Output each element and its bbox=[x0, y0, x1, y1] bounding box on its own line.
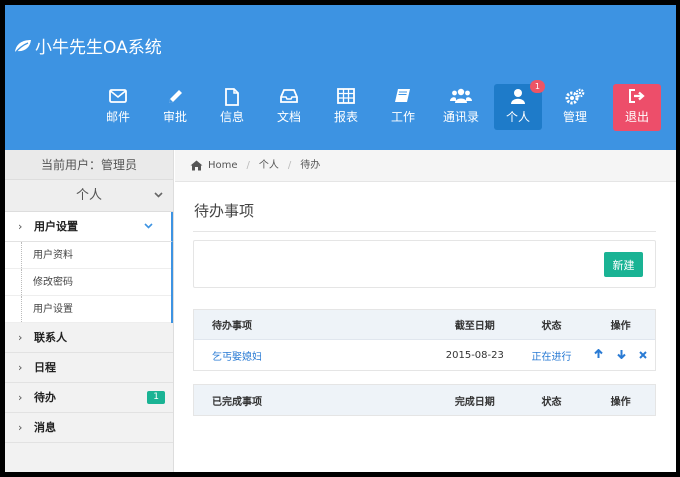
sidebar-item-messages[interactable]: › 消息 bbox=[5, 413, 173, 443]
table-icon bbox=[322, 88, 370, 110]
nav-item-manage[interactable]: 管理 bbox=[551, 84, 599, 130]
app-title: 小牛先生OA系统 bbox=[35, 38, 162, 58]
column-header: 状态 bbox=[541, 321, 562, 332]
pencil-icon bbox=[151, 88, 199, 110]
breadcrumb-separator: / bbox=[287, 159, 292, 171]
sidebar-item-label: 待办 bbox=[34, 391, 56, 404]
main-nav: 邮件 审批 信息 文档 报表 工作 通讯录 1 个人 管理 退出 bbox=[5, 80, 676, 134]
toolbar-panel: 新建 bbox=[193, 240, 656, 288]
breadcrumb-item[interactable]: 个人 bbox=[259, 150, 279, 182]
table-row: 乞丐娶媳妇 2015-08-23 正在进行 bbox=[194, 340, 655, 370]
divider bbox=[193, 231, 656, 232]
sidebar-item-user-settings[interactable]: › 用户设置 bbox=[5, 212, 173, 242]
pending-table: 待办事项 截至日期 状态 操作 乞丐娶媳妇 2015-08-23 正在进行 bbox=[193, 309, 656, 371]
envelope-icon bbox=[94, 88, 142, 110]
sidebar-section-title: 个人 bbox=[75, 188, 102, 203]
nav-label: 信息 bbox=[219, 110, 244, 124]
table-header: 已完成事项 完成日期 状态 操作 bbox=[194, 385, 655, 415]
app-window: 小牛先生OA系统 邮件 审批 信息 文档 报表 工作 通讯录 1 个人 管理 退… bbox=[5, 5, 676, 472]
nav-label: 管理 bbox=[562, 110, 587, 124]
table-header: 待办事项 截至日期 状态 操作 bbox=[194, 310, 655, 340]
book-icon bbox=[379, 88, 427, 110]
breadcrumb-current: 待办 bbox=[300, 159, 321, 171]
sidebar-item-label: 用户设置 bbox=[34, 220, 78, 233]
sidebar-section-toggle[interactable]: 个人 bbox=[5, 180, 173, 212]
sidebar-subitem-user-settings[interactable]: 用户设置 bbox=[5, 296, 171, 323]
sidebar-item-label: 联系人 bbox=[34, 331, 67, 344]
sign-out-icon bbox=[613, 88, 661, 110]
sidebar-submenu: 用户资料 修改密码 用户设置 bbox=[5, 242, 173, 323]
breadcrumb-separator: / bbox=[246, 159, 250, 171]
nav-item-mail[interactable]: 邮件 bbox=[94, 84, 142, 130]
column-header: 操作 bbox=[610, 396, 631, 408]
sidebar: 当前用户：管理员 个人 › 用户设置 用户资料 修改密码 用户设置 › 联系人 … bbox=[5, 150, 174, 472]
new-button[interactable]: 新建 bbox=[604, 252, 643, 277]
leaf-icon bbox=[14, 39, 31, 53]
todo-count-badge: 1 bbox=[147, 391, 165, 404]
breadcrumb-home[interactable]: Home bbox=[208, 150, 238, 182]
chevron-right-icon: › bbox=[18, 391, 23, 404]
chevron-right-icon: › bbox=[18, 361, 23, 374]
column-header: 已完成事项 bbox=[212, 396, 262, 408]
chevron-right-icon: › bbox=[18, 331, 23, 344]
nav-label: 审批 bbox=[162, 110, 187, 124]
todo-title-link[interactable]: 乞丐娶媳妇 bbox=[212, 352, 262, 363]
home-icon[interactable] bbox=[190, 160, 203, 171]
nav-label: 邮件 bbox=[105, 110, 130, 124]
sidebar-item-todo[interactable]: › 待办 1 bbox=[5, 383, 173, 413]
sidebar-item-label: 消息 bbox=[34, 421, 56, 434]
nav-item-contacts[interactable]: 通讯录 bbox=[436, 84, 486, 130]
column-header: 状态 bbox=[541, 396, 562, 408]
nav-label: 退出 bbox=[624, 110, 649, 124]
file-icon bbox=[208, 88, 256, 110]
app-logo[interactable]: 小牛先生OA系统 bbox=[13, 33, 162, 58]
nav-label: 工作 bbox=[390, 110, 415, 124]
arrow-up-icon[interactable] bbox=[594, 348, 604, 362]
nav-label: 个人 bbox=[505, 110, 530, 124]
close-icon[interactable] bbox=[639, 349, 647, 362]
arrow-down-icon[interactable] bbox=[616, 349, 626, 362]
column-header: 待办事项 bbox=[212, 321, 252, 332]
nav-item-work[interactable]: 工作 bbox=[379, 84, 427, 130]
logout-button[interactable]: 退出 bbox=[613, 84, 661, 131]
column-header: 完成日期 bbox=[454, 396, 495, 408]
page-title: 待办事项 bbox=[194, 202, 255, 220]
nav-item-approve[interactable]: 审批 bbox=[151, 84, 199, 130]
chevron-right-icon: › bbox=[18, 421, 23, 434]
breadcrumb: Home / 个人 / 待办 bbox=[175, 150, 676, 182]
users-icon bbox=[436, 88, 486, 110]
nav-label: 文档 bbox=[276, 110, 301, 124]
main-content: Home / 个人 / 待办 待办事项 新建 待办事项 截至日期 状态 操作 乞… bbox=[175, 150, 676, 472]
notification-badge: 1 bbox=[529, 80, 545, 93]
sidebar-item-label: 日程 bbox=[34, 361, 56, 374]
chevron-right-icon: › bbox=[18, 220, 23, 233]
row-actions bbox=[586, 348, 655, 362]
nav-label: 通讯录 bbox=[442, 110, 479, 124]
nav-item-reports[interactable]: 报表 bbox=[322, 84, 370, 130]
cogs-icon bbox=[551, 88, 599, 110]
sidebar-subitem-profile[interactable]: 用户资料 bbox=[5, 242, 171, 269]
column-header: 截至日期 bbox=[454, 321, 495, 332]
nav-item-docs[interactable]: 文档 bbox=[265, 84, 313, 130]
inbox-icon bbox=[265, 88, 313, 110]
done-table: 已完成事项 完成日期 状态 操作 bbox=[193, 384, 656, 416]
nav-label: 报表 bbox=[333, 110, 358, 124]
status-text: 正在进行 bbox=[531, 351, 572, 363]
nav-item-personal[interactable]: 1 个人 bbox=[494, 80, 545, 130]
chevron-down-icon bbox=[154, 180, 163, 212]
column-header: 操作 bbox=[610, 321, 631, 332]
sidebar-item-contacts[interactable]: › 联系人 bbox=[5, 323, 173, 353]
nav-item-info[interactable]: 信息 bbox=[208, 84, 256, 130]
current-user-label: 当前用户：管理员 bbox=[5, 150, 173, 180]
due-date: 2015-08-23 bbox=[445, 349, 504, 361]
chevron-down-icon bbox=[144, 212, 153, 242]
sidebar-subitem-change-password[interactable]: 修改密码 bbox=[5, 269, 171, 296]
sidebar-item-schedule[interactable]: › 日程 bbox=[5, 353, 173, 383]
top-header: 小牛先生OA系统 邮件 审批 信息 文档 报表 工作 通讯录 1 个人 管理 退… bbox=[5, 5, 676, 150]
